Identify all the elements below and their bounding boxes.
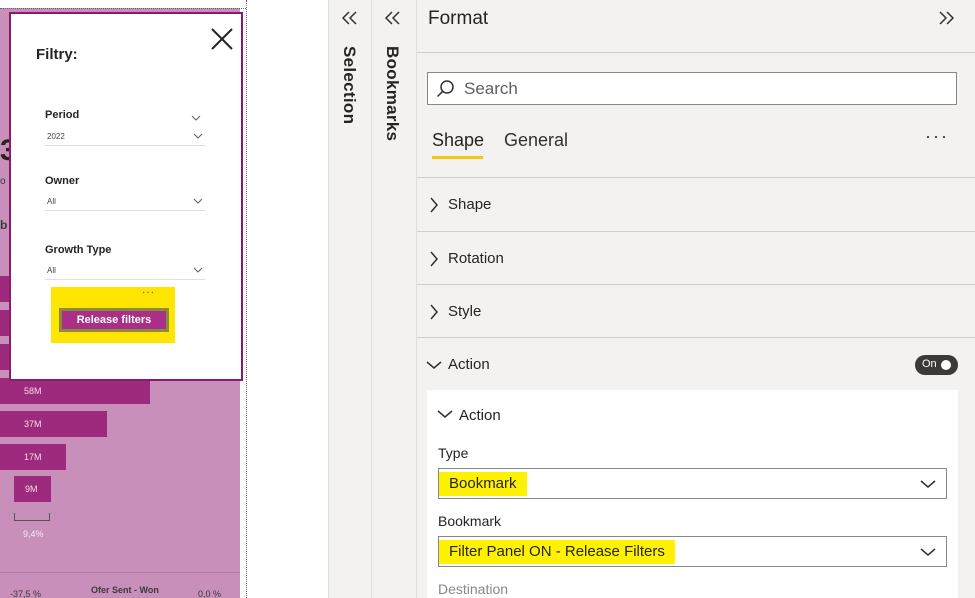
- bottom-metric-left: -37,5 %: [10, 589, 42, 598]
- section-rotation[interactable]: Rotation: [417, 231, 975, 285]
- divider: [417, 52, 975, 53]
- report-canvas: 3 o b 58M 37M 17M 9M 9,4% -37,5 % Ofer S…: [0, 0, 248, 598]
- format-pane-title: Format: [428, 8, 489, 29]
- chevron-down-icon: [920, 480, 936, 488]
- tab-general[interactable]: General: [504, 130, 568, 151]
- filter-label-period: Period: [45, 109, 80, 121]
- action-toggle[interactable]: On: [915, 355, 958, 375]
- funnel-bar[interactable]: 17M: [0, 444, 66, 470]
- chevron-down-icon: [193, 267, 203, 273]
- bookmark-dropdown-value: Filter Panel ON - Release Filters: [439, 540, 675, 564]
- conversion-bracket: [14, 513, 50, 521]
- chevron-right-icon: [430, 197, 438, 213]
- filter-panel-title: Filtry:: [36, 46, 78, 63]
- bar-label: 9M: [25, 484, 38, 494]
- chart-title-fragment: b: [0, 218, 8, 232]
- filter-value-growth-type: All: [47, 266, 56, 275]
- close-icon[interactable]: [208, 25, 236, 53]
- canvas-selection-border-right: [246, 0, 247, 598]
- funnel-bar[interactable]: 37M: [0, 411, 107, 437]
- action-card-title[interactable]: Action: [459, 407, 501, 424]
- release-filters-button[interactable]: Release filters: [59, 308, 169, 332]
- bar-label: 58M: [24, 386, 42, 396]
- divider: [0, 572, 240, 573]
- section-action[interactable]: Action: [417, 337, 975, 391]
- section-label: Shape: [448, 196, 492, 213]
- filter-label-owner: Owner: [45, 175, 80, 187]
- section-label: Action: [448, 356, 490, 373]
- double-chevron-right-icon[interactable]: [937, 10, 955, 26]
- type-dropdown-value: Bookmark: [439, 472, 527, 496]
- kpi-caption-fragment: o: [0, 176, 6, 187]
- chevron-down-icon: [193, 133, 203, 139]
- bookmarks-pane-collapsed[interactable]: Bookmarks: [371, 0, 416, 598]
- destination-label: Destination: [438, 581, 509, 597]
- selection-pane-collapsed[interactable]: Selection: [328, 0, 371, 598]
- section-label: Rotation: [448, 250, 504, 267]
- bar-label: 37M: [24, 419, 42, 429]
- filter-select-period[interactable]: 2022: [45, 129, 205, 146]
- double-chevron-left-icon[interactable]: [384, 10, 402, 26]
- filter-label-growth-type: Growth Type: [45, 244, 112, 256]
- bottom-metric-mid: Ofer Sent - Won: [91, 585, 159, 595]
- chevron-down-icon: [920, 548, 936, 556]
- chevron-down-icon[interactable]: [437, 409, 453, 419]
- toggle-knob: [941, 360, 951, 370]
- section-style[interactable]: Style: [417, 284, 975, 338]
- conversion-percent: 9,4%: [23, 529, 44, 539]
- app-root: 3 o b 58M 37M 17M 9M 9,4% -37,5 % Ofer S…: [0, 0, 975, 598]
- active-tab-indicator: [432, 156, 483, 159]
- action-card: Action Type Bookmark Bookmark Filter Pan…: [427, 390, 958, 598]
- bookmark-label: Bookmark: [438, 513, 502, 529]
- chevron-down-icon[interactable]: [191, 115, 201, 121]
- filter-select-owner[interactable]: All: [45, 194, 205, 211]
- section-label: Style: [448, 303, 482, 320]
- more-options-icon[interactable]: ...: [142, 282, 155, 296]
- search-input[interactable]: [464, 78, 944, 100]
- filter-value-owner: All: [47, 197, 56, 206]
- search-icon: [436, 80, 454, 98]
- bottom-metric-right: 0,0 %: [198, 589, 222, 598]
- toggle-state-label: On: [922, 358, 937, 370]
- selection-pane-title[interactable]: Selection: [339, 46, 359, 124]
- chevron-right-icon: [430, 304, 438, 320]
- bookmark-dropdown[interactable]: Filter Panel ON - Release Filters: [438, 536, 947, 567]
- section-shape[interactable]: Shape: [417, 177, 975, 231]
- funnel-bar[interactable]: 58M: [0, 378, 150, 404]
- funnel-bar[interactable]: 9M: [14, 476, 51, 502]
- search-box[interactable]: [427, 72, 957, 105]
- tab-shape[interactable]: Shape: [432, 130, 484, 151]
- type-label: Type: [438, 445, 469, 461]
- double-chevron-left-icon[interactable]: [341, 10, 359, 26]
- filter-value-period: 2022: [47, 132, 65, 141]
- chevron-down-icon: [193, 198, 203, 204]
- canvas-selection-border-top: [0, 8, 246, 9]
- type-dropdown[interactable]: Bookmark: [438, 468, 947, 499]
- chevron-down-icon: [426, 361, 442, 369]
- more-options-icon[interactable]: ···: [925, 126, 949, 147]
- bookmarks-pane-title[interactable]: Bookmarks: [382, 46, 402, 141]
- chevron-right-icon: [430, 251, 438, 267]
- canvas-gap: [248, 0, 328, 598]
- bar-label: 17M: [24, 452, 42, 462]
- format-pane: Format Shape General ··· Shape Rotation: [416, 0, 975, 598]
- filter-select-growth-type[interactable]: All: [45, 263, 205, 280]
